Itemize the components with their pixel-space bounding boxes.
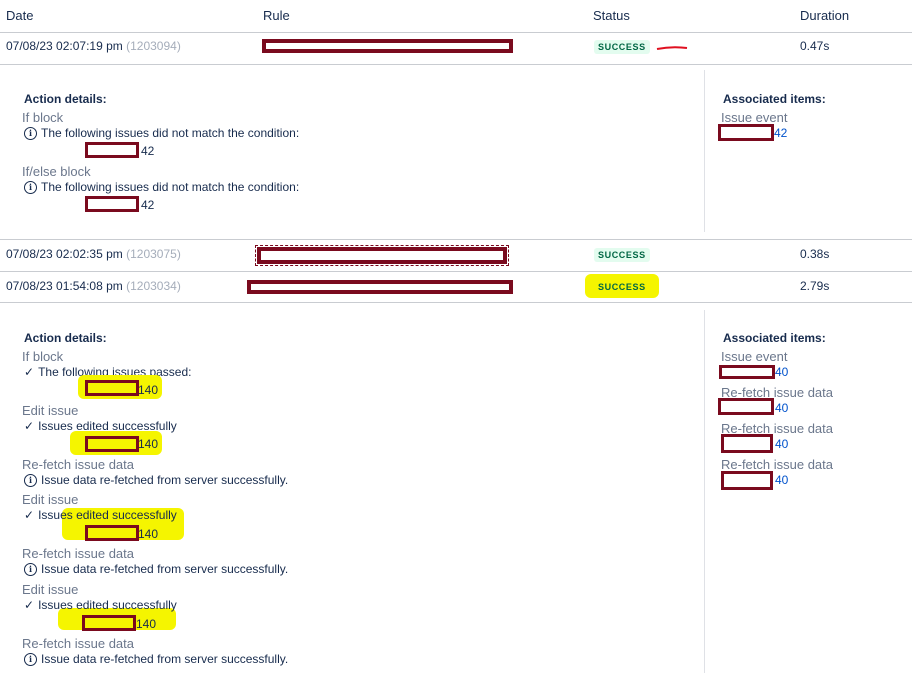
redacted-issue-key <box>85 196 139 212</box>
issue-count[interactable]: 140 <box>138 437 158 451</box>
divider <box>0 64 912 65</box>
row-date: 07/08/23 02:02:35 pm <box>6 247 123 261</box>
block-message: Issue data re-fetched from server succes… <box>41 652 289 666</box>
issue-count[interactable]: 140 <box>138 527 158 541</box>
status-badge: SUCCESS <box>598 282 646 292</box>
associated-item-link[interactable]: 42 <box>774 126 787 140</box>
redacted-issue-key <box>85 142 139 158</box>
block-type-label: Edit issue <box>22 492 79 507</box>
row-duration: 2.79s <box>800 279 830 293</box>
redacted-issue-key <box>721 471 773 490</box>
redacted-issue-key <box>85 436 139 452</box>
row-date: 07/08/23 01:54:08 pm <box>6 279 123 293</box>
block-type-label: If block <box>22 349 64 364</box>
action-details-title: Action details: <box>24 331 107 345</box>
block-type-label: Edit issue <box>22 582 79 597</box>
block-message: The following issues did not match the c… <box>41 126 300 140</box>
check-icon: ✓ <box>24 598 35 612</box>
block-message: Issue data re-fetched from server succes… <box>41 562 289 576</box>
redacted-issue-key <box>718 398 774 415</box>
panel-divider <box>704 70 705 232</box>
block-type-label: If block <box>22 110 64 125</box>
status-badge: SUCCESS <box>594 40 650 54</box>
block-type-label: Re-fetch issue data <box>22 457 135 472</box>
associated-item-label: Re-fetch issue data <box>721 457 834 472</box>
block-type-label: Edit issue <box>22 403 79 418</box>
associated-items-title: Associated items: <box>723 331 826 345</box>
action-details-title: Action details: <box>24 92 107 106</box>
row-id: (1203094) <box>126 39 181 53</box>
redacted-issue-key <box>721 434 773 453</box>
block-type-label: If/else block <box>22 164 91 179</box>
check-icon: ✓ <box>24 419 35 433</box>
info-icon: i <box>24 126 37 140</box>
redacted-rule-name <box>247 280 513 294</box>
col-header-status[interactable]: Status <box>593 8 630 23</box>
panel-divider <box>704 310 705 673</box>
row-id: (1203075) <box>126 247 181 261</box>
red-scribble-mark <box>656 46 688 50</box>
row-duration: 0.47s <box>800 39 830 53</box>
info-icon: i <box>24 180 37 194</box>
block-message: Issues edited successfully <box>38 508 177 522</box>
check-icon: ✓ <box>24 365 35 379</box>
info-icon: i <box>24 473 37 487</box>
row-date: 07/08/23 02:07:19 pm <box>6 39 123 53</box>
associated-item-label: Issue event <box>721 349 788 364</box>
associated-items-title: Associated items: <box>723 92 826 106</box>
row-id: (1203034) <box>126 279 181 293</box>
row-duration: 0.38s <box>800 247 830 261</box>
redacted-rule-name <box>262 39 513 53</box>
col-header-date[interactable]: Date <box>6 8 33 23</box>
block-message: Issue data re-fetched from server succes… <box>41 473 289 487</box>
info-icon: i <box>24 652 37 666</box>
divider <box>0 32 912 33</box>
issue-count[interactable]: 42 <box>141 198 154 212</box>
block-message: Issues edited successfully <box>38 598 177 612</box>
divider <box>0 239 912 240</box>
col-header-rule[interactable]: Rule <box>263 8 290 23</box>
associated-item-link[interactable]: 40 <box>775 365 788 379</box>
associated-item-link[interactable]: 40 <box>775 437 788 451</box>
block-type-label: Re-fetch issue data <box>22 546 135 561</box>
redacted-issue-key <box>718 124 774 141</box>
associated-item-link[interactable]: 40 <box>775 401 788 415</box>
col-header-duration[interactable]: Duration <box>800 8 849 23</box>
selection-outline <box>255 245 509 266</box>
redacted-issue-key <box>85 525 139 541</box>
status-badge: SUCCESS <box>594 248 650 262</box>
block-type-label: Re-fetch issue data <box>22 636 135 651</box>
issue-count[interactable]: 140 <box>136 617 156 631</box>
block-message: The following issues did not match the c… <box>41 180 300 194</box>
associated-item-label: Issue event <box>721 110 788 125</box>
issue-count[interactable]: 140 <box>138 383 158 397</box>
associated-item-link[interactable]: 40 <box>775 473 788 487</box>
info-icon: i <box>24 562 37 576</box>
issue-count[interactable]: 42 <box>141 144 154 158</box>
redacted-issue-key <box>82 615 136 631</box>
divider <box>0 271 912 272</box>
divider <box>0 302 912 303</box>
redacted-issue-key <box>85 380 139 396</box>
check-icon: ✓ <box>24 508 35 522</box>
redacted-issue-key <box>719 365 775 379</box>
